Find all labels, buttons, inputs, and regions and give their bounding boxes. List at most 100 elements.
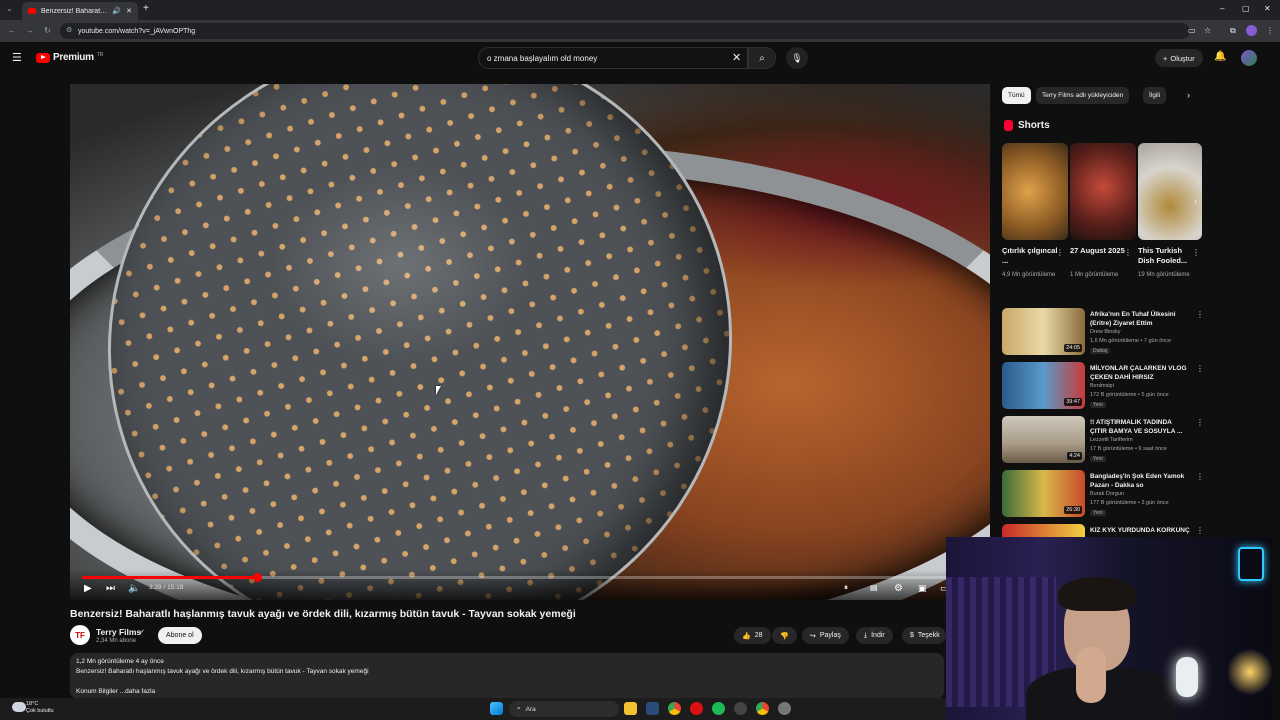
list-item[interactable]: 39:47 MİLYONLAR ÇALARKEN VLOG ÇEKEN DAHİ…: [1002, 362, 1204, 412]
account-avatar[interactable]: [1241, 50, 1257, 66]
search-button[interactable]: ⌕: [748, 47, 776, 69]
short-thumbnail[interactable]: [1002, 143, 1068, 240]
chip-from-uploader[interactable]: Terry Films adlı yükleyiciden: [1036, 87, 1130, 104]
back-icon[interactable]: ←: [8, 26, 16, 35]
play-icon[interactable]: ▶: [84, 583, 92, 594]
video-title: Benzersiz! Baharatlı haşlanmış tavuk aya…: [70, 608, 576, 620]
tab-close-icon[interactable]: ✕: [126, 7, 132, 15]
more-options-icon[interactable]: ⋮: [1196, 418, 1204, 427]
opera-icon[interactable]: [690, 702, 703, 715]
more-options-icon[interactable]: ⋮: [1196, 310, 1204, 319]
channel-name[interactable]: Terry Films: [96, 627, 141, 637]
chip-related[interactable]: İlgili: [1143, 87, 1167, 104]
file-explorer-icon[interactable]: [624, 702, 637, 715]
rec-title[interactable]: MİLYONLAR ÇALARKEN VLOG ÇEKEN DAHİ HIRSI…: [1090, 364, 1190, 382]
more-options-icon[interactable]: ⋮: [1196, 364, 1204, 373]
video-thumbnail[interactable]: [1002, 524, 1085, 537]
volume-icon[interactable]: 🔈: [128, 583, 140, 594]
list-item[interactable]: 24:05 Afrika'nın En Tuhaf Ülkesini (Erit…: [1002, 308, 1204, 358]
video-player[interactable]: ▶ ⏭ 🔈 3:39 / 15:18 ⏸ ▤ ⚙ ▣ ▭: [70, 84, 990, 600]
list-item[interactable]: 26:30 Bangladeş'in Şok Eden Yamok Pazarı…: [1002, 470, 1204, 520]
short-thumbnail[interactable]: [1070, 143, 1136, 240]
rec-title[interactable]: KIZ KYK YURDUNDA KORKUNÇ: [1090, 526, 1194, 535]
dislike-button[interactable]: 👎: [772, 627, 797, 644]
rec-channel[interactable]: Lezzetli Tarifterim: [1090, 437, 1133, 443]
progress-scrubber[interactable]: [252, 573, 262, 582]
maximize-icon[interactable]: ▢: [1242, 4, 1250, 13]
progress-bar[interactable]: [82, 573, 978, 582]
thanks-label: Teşekk: [917, 632, 940, 639]
browser-menu-icon[interactable]: ⋮: [1266, 26, 1274, 35]
video-thumbnail[interactable]: 4:24: [1002, 416, 1085, 463]
new-tab-icon[interactable]: +: [143, 3, 149, 14]
share-button[interactable]: ↪ Paylaş: [802, 627, 849, 644]
channel-avatar[interactable]: TF: [70, 625, 90, 645]
reload-icon[interactable]: ↻: [44, 26, 51, 35]
forward-icon[interactable]: →: [26, 26, 34, 35]
chip-all[interactable]: Tümü: [1002, 87, 1031, 104]
minimize-icon[interactable]: –: [1220, 4, 1224, 13]
weather-widget[interactable]: 18°C Çok bulutlu: [26, 701, 54, 715]
taskbar-search[interactable]: ⌕ Ara: [509, 701, 619, 717]
hamburger-menu-icon[interactable]: ☰: [12, 51, 22, 64]
more-options-icon[interactable]: ⋮: [1192, 248, 1200, 257]
more-options-icon[interactable]: ⋮: [1196, 526, 1202, 535]
windows-start-icon[interactable]: [490, 702, 503, 715]
cast-icon[interactable]: ▭: [1188, 26, 1196, 35]
list-item[interactable]: KIZ KYK YURDUNDA KORKUNÇ ⋮: [1002, 524, 1202, 537]
duration-badge: 4:24: [1067, 452, 1082, 460]
thanks-button[interactable]: $ Teşekk: [902, 627, 946, 644]
show-more-link[interactable]: Konum Bilgiler ...daha fazla: [76, 688, 155, 695]
list-item[interactable]: 4:24 !! ATIŞTIRMALIK TADINDA ÇITIR BAMYA…: [1002, 416, 1204, 466]
site-info-icon[interactable]: ⚙: [66, 26, 72, 34]
voice-search-button[interactable]: 🎙: [786, 47, 808, 69]
clear-search-icon[interactable]: ✕: [732, 51, 741, 64]
short-title[interactable]: This Turkish Dish Fooled...: [1138, 246, 1196, 266]
create-button[interactable]: + Oluştur: [1155, 49, 1203, 67]
like-button[interactable]: 👍 28: [734, 627, 771, 644]
subtitles-icon[interactable]: ▤: [870, 583, 878, 592]
short-thumbnail[interactable]: [1138, 143, 1202, 240]
tab-menu-icon[interactable]: ⌄: [6, 4, 13, 13]
subscribe-button[interactable]: Abone ol: [158, 627, 202, 644]
rec-title[interactable]: !! ATIŞTIRMALIK TADINDA ÇITIR BAMYA VE S…: [1090, 418, 1190, 436]
rec-channel[interactable]: Burak Dorgun: [1090, 491, 1124, 497]
autoplay-toggle-icon[interactable]: ⏸: [844, 583, 848, 593]
video-thumbnail[interactable]: 26:30: [1002, 470, 1085, 517]
notifications-bell-icon[interactable]: 🔔: [1214, 51, 1226, 62]
chevron-right-icon[interactable]: ›: [1187, 90, 1190, 100]
cloud-weather-icon[interactable]: [12, 702, 26, 712]
url-input[interactable]: ⚙ youtube.com/watch?v=_jAVwnOPThg: [60, 23, 1190, 39]
rec-channel[interactable]: Drew Binsky: [1090, 329, 1121, 335]
browser-tab[interactable]: Benzersiz! Baharatlı haşlanmış 🔊 ✕: [22, 2, 138, 20]
extensions-icon[interactable]: ⧉: [1230, 26, 1236, 36]
bookmark-star-icon[interactable]: ☆: [1204, 26, 1211, 35]
download-button[interactable]: ⤓ İndir: [856, 627, 893, 644]
xbox-icon[interactable]: [734, 702, 747, 715]
chrome-alt-icon[interactable]: [756, 702, 769, 715]
chrome-icon[interactable]: [668, 702, 681, 715]
youtube-logo[interactable]: Premium TR: [36, 52, 103, 63]
settings-gear-icon[interactable]: [778, 702, 791, 715]
rec-title[interactable]: Afrika'nın En Tuhaf Ülkesini (Eritre) Zi…: [1090, 310, 1190, 328]
more-options-icon[interactable]: ⋮: [1056, 248, 1064, 257]
shorts-next-icon[interactable]: ›: [1194, 196, 1197, 206]
rec-title[interactable]: Bangladeş'in Şok Eden Yamok Pazarı - Dak…: [1090, 472, 1190, 490]
next-icon[interactable]: ⏭: [106, 583, 115, 594]
short-title[interactable]: 27 August 2025: [1070, 246, 1128, 256]
rec-channel[interactable]: Benimsipi: [1090, 383, 1114, 389]
search-input[interactable]: o zmana başlayalım old money: [478, 47, 748, 69]
webcam-overlay: [946, 537, 1272, 720]
video-thumbnail[interactable]: 24:05: [1002, 308, 1085, 355]
more-options-icon[interactable]: ⋮: [1124, 248, 1132, 257]
profile-icon[interactable]: [1246, 25, 1257, 36]
spotify-icon[interactable]: [712, 702, 725, 715]
window-close-icon[interactable]: ✕: [1264, 4, 1271, 13]
short-title[interactable]: Çıtırlık çılgıncal ...: [1002, 246, 1060, 266]
video-thumbnail[interactable]: 39:47: [1002, 362, 1085, 409]
more-options-icon[interactable]: ⋮: [1196, 472, 1204, 481]
description-box[interactable]: 1,2 Mn görüntüleme 4 ay önce Benzersiz! …: [70, 653, 944, 699]
settings-gear-icon[interactable]: ⚙: [894, 583, 903, 594]
steam-icon[interactable]: [646, 702, 659, 715]
miniplayer-icon[interactable]: ▣: [918, 583, 927, 594]
